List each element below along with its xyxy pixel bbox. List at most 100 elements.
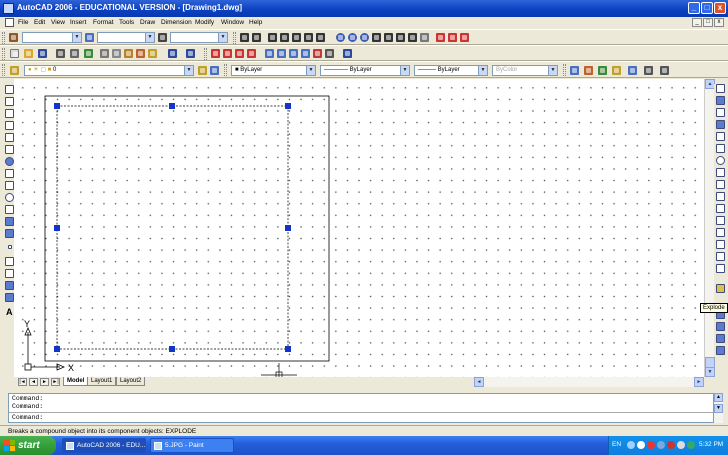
speaker-icon[interactable] bbox=[637, 441, 645, 449]
tab-layout2[interactable]: Layout2 bbox=[116, 377, 146, 386]
move-tool-icon[interactable] bbox=[716, 144, 725, 153]
construction-line-icon[interactable] bbox=[280, 33, 289, 42]
menu-dimension[interactable]: Dimension bbox=[161, 19, 192, 26]
apparent-intersection-icon[interactable] bbox=[304, 33, 313, 42]
nearest-snap-icon[interactable] bbox=[420, 33, 429, 42]
menu-format[interactable]: Format bbox=[93, 19, 114, 26]
zoom-window-icon[interactable] bbox=[235, 49, 244, 58]
workspace-dropdown[interactable]: ▼ bbox=[22, 32, 82, 43]
text-style-dropdown[interactable]: ▼ bbox=[97, 32, 155, 43]
grip-handle[interactable] bbox=[54, 346, 60, 352]
tool-palettes-icon[interactable] bbox=[289, 49, 298, 58]
insert-block-tool-icon[interactable] bbox=[5, 217, 14, 226]
scroll-right-button[interactable]: ► bbox=[694, 377, 704, 387]
named-views-icon[interactable] bbox=[570, 66, 579, 75]
explode-tool-icon[interactable] bbox=[716, 284, 725, 293]
hatch-tool-icon[interactable] bbox=[5, 257, 14, 266]
spline-tool-icon[interactable] bbox=[5, 181, 14, 190]
plot-icon[interactable] bbox=[56, 49, 65, 58]
cut-icon[interactable] bbox=[100, 49, 109, 58]
document-icon[interactable] bbox=[5, 18, 14, 27]
design-center-icon[interactable] bbox=[277, 49, 286, 58]
rotate-tool-icon[interactable] bbox=[716, 156, 725, 165]
grip-handle[interactable] bbox=[285, 103, 291, 109]
gradient-tool-icon[interactable] bbox=[5, 269, 14, 278]
layer-dropdown[interactable]: ● ☀ ▢ ■ 0 ▼ bbox=[24, 65, 194, 76]
quadrant-snap-icon[interactable] bbox=[348, 33, 357, 42]
grip-handle[interactable] bbox=[169, 346, 175, 352]
horizontal-scrollbar[interactable]: ◄ ► bbox=[474, 377, 704, 387]
document-restore-button[interactable]: □ bbox=[703, 18, 713, 27]
pan-icon[interactable] bbox=[211, 49, 220, 58]
camera-icon[interactable] bbox=[660, 66, 669, 75]
materials-icon[interactable] bbox=[628, 66, 637, 75]
send-to-back-tool-icon[interactable] bbox=[716, 334, 725, 343]
region-tool-icon[interactable] bbox=[5, 281, 14, 290]
shade-icon[interactable] bbox=[598, 66, 607, 75]
selected-rectangle[interactable] bbox=[56, 105, 289, 350]
command-scroll-up-button[interactable]: ▲ bbox=[714, 393, 723, 402]
aligned-dimension-icon[interactable] bbox=[252, 33, 261, 42]
drawing-svg[interactable]: Y X bbox=[14, 79, 704, 377]
menu-tools[interactable]: Tools bbox=[119, 19, 134, 26]
toolbar-grip[interactable] bbox=[224, 64, 227, 76]
break-tool-icon[interactable] bbox=[716, 228, 725, 237]
light-icon[interactable] bbox=[612, 66, 621, 75]
calculator-icon[interactable] bbox=[325, 49, 334, 58]
insert-snap-icon[interactable] bbox=[396, 33, 405, 42]
color-control-dropdown[interactable]: ■ ByLayer ▼ bbox=[231, 65, 316, 76]
rectangle-tool-icon[interactable] bbox=[5, 133, 14, 142]
paste-icon[interactable] bbox=[124, 49, 133, 58]
point-tool-icon[interactable] bbox=[8, 245, 12, 249]
tray-app-icon[interactable] bbox=[657, 441, 665, 449]
table-tool-icon[interactable] bbox=[5, 293, 14, 302]
toolbar-grip[interactable] bbox=[204, 48, 207, 60]
toolbar-grip[interactable] bbox=[2, 32, 5, 44]
command-scroll-down-button[interactable]: ▼ bbox=[714, 404, 723, 413]
antivirus-icon[interactable] bbox=[647, 441, 655, 449]
match-properties-icon[interactable] bbox=[136, 49, 145, 58]
polyline-tool-icon[interactable] bbox=[5, 109, 14, 118]
offset-tool-icon[interactable] bbox=[716, 120, 725, 129]
next-layout-button[interactable]: ► bbox=[40, 378, 49, 386]
chamfer-tool-icon[interactable] bbox=[716, 252, 725, 261]
grip-handle[interactable] bbox=[54, 103, 60, 109]
intersection-snap-icon[interactable] bbox=[292, 33, 301, 42]
copy-tool-icon[interactable] bbox=[716, 96, 725, 105]
start-button[interactable]: start bbox=[0, 436, 56, 455]
command-scrollbar[interactable]: ▲ ▼ bbox=[714, 393, 723, 423]
trim-tool-icon[interactable] bbox=[716, 192, 725, 201]
linear-dimension-icon[interactable] bbox=[240, 33, 249, 42]
menu-insert[interactable]: Insert bbox=[70, 19, 86, 26]
task-autocad[interactable]: AutoCAD 2006 - EDU... bbox=[62, 438, 146, 453]
scroll-down-button[interactable]: ▼ bbox=[705, 367, 715, 377]
parallel-snap-icon[interactable] bbox=[384, 33, 393, 42]
extension-snap-icon[interactable] bbox=[316, 33, 325, 42]
help-icon[interactable] bbox=[343, 49, 352, 58]
dimension-style-dropdown[interactable]: ▼ bbox=[170, 32, 228, 43]
polygon-tool-icon[interactable] bbox=[5, 121, 14, 130]
tray-app-icon[interactable] bbox=[687, 441, 695, 449]
menu-file[interactable]: File bbox=[18, 19, 28, 26]
stretch-tool-icon[interactable] bbox=[716, 180, 725, 189]
tab-layout1[interactable]: Layout1 bbox=[87, 377, 117, 386]
menu-modify[interactable]: Modify bbox=[195, 19, 214, 26]
sheet-set-manager-icon[interactable] bbox=[301, 49, 310, 58]
fillet-tool-icon[interactable] bbox=[716, 264, 725, 273]
scale-tool-icon[interactable] bbox=[716, 168, 725, 177]
document-minimize-button[interactable]: _ bbox=[692, 18, 702, 27]
properties-icon[interactable] bbox=[265, 49, 274, 58]
text-to-front-tool-icon[interactable] bbox=[716, 346, 725, 355]
undo-icon[interactable] bbox=[168, 49, 177, 58]
network-icon[interactable] bbox=[627, 441, 635, 449]
menu-view[interactable]: View bbox=[51, 19, 65, 26]
block-editor-icon[interactable] bbox=[148, 49, 157, 58]
plot-preview-icon[interactable] bbox=[70, 49, 79, 58]
markup-set-manager-icon[interactable] bbox=[313, 49, 322, 58]
ellipse-tool-icon[interactable] bbox=[5, 193, 14, 202]
linetype-control-dropdown[interactable]: ———— ByLayer ▼ bbox=[320, 65, 410, 76]
make-object-layer-current-icon[interactable] bbox=[198, 66, 207, 75]
grip-handle[interactable] bbox=[285, 225, 291, 231]
orbit-icon[interactable] bbox=[644, 66, 653, 75]
tab-model[interactable]: Model bbox=[63, 377, 89, 386]
